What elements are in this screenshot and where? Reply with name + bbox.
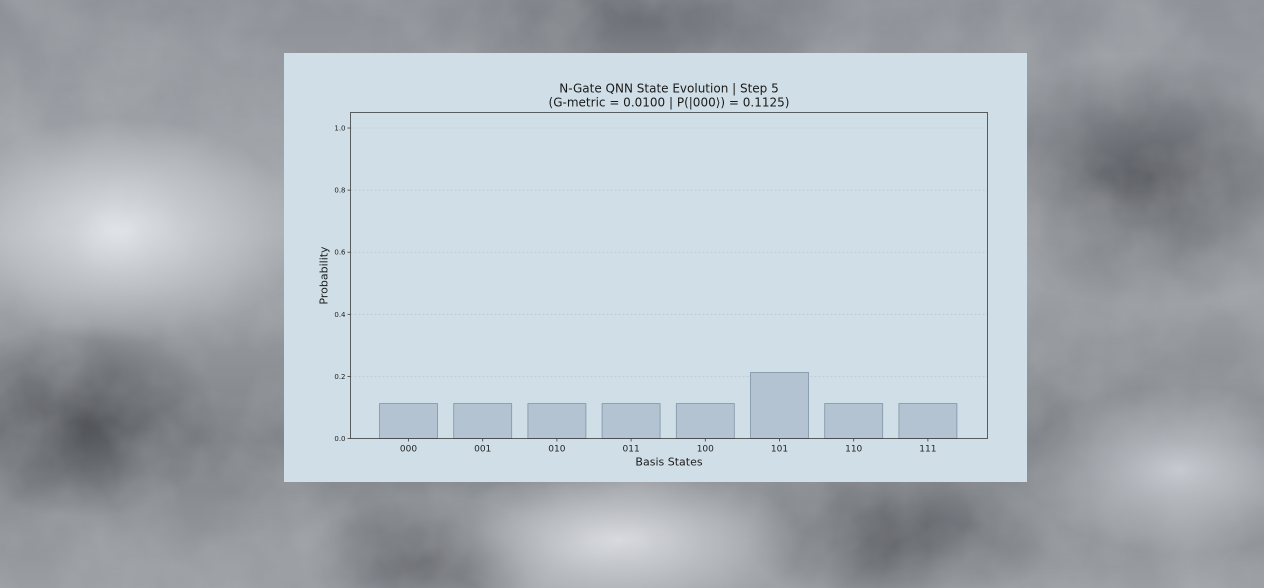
y-tick-label: 0.4: [334, 311, 346, 319]
x-tick-label-010: 010: [548, 445, 565, 455]
x-tick-label-111: 111: [919, 445, 936, 455]
bar-010: [527, 403, 587, 439]
y-tick-label: 1.0: [334, 125, 345, 133]
y-tick-label: 0.0: [334, 435, 345, 443]
grid-lines: [350, 127, 988, 377]
x-tick-label-110: 110: [845, 445, 862, 455]
x-tick-label-000: 000: [400, 445, 417, 455]
y-axis-ticks: 0.0 0.2 0.4 0.6 0.8 1.0: [334, 125, 351, 443]
x-tick-label-001: 001: [474, 445, 491, 455]
x-tick-label-100: 100: [697, 445, 714, 455]
chart-title: N-Gate QNN State Evolution | Step 5: [559, 82, 779, 96]
chart-subtitle: (G-metric = 0.0100 | P(|000⟩) = 0.1125): [549, 96, 790, 110]
y-tick-label: 0.6: [334, 249, 346, 257]
bar-100: [675, 403, 735, 439]
x-axis-ticks: 000 001 010 011 100 101 110 111: [400, 438, 936, 455]
y-tick-label: 0.2: [334, 373, 345, 381]
bar-110: [824, 403, 884, 439]
probability-bar-chart: N-Gate QNN State Evolution | Step 5 (G-m…: [318, 82, 988, 469]
chart-panel: N-Gate QNN State Evolution | Step 5 (G-m…: [284, 53, 1027, 482]
x-tick-label-101: 101: [771, 445, 788, 455]
bar-000: [379, 403, 438, 439]
bar-111: [898, 403, 958, 439]
bar-101: [750, 372, 809, 439]
bar-011: [601, 403, 661, 439]
x-axis-label: Basis States: [635, 456, 702, 469]
x-tick-label-011: 011: [623, 445, 640, 455]
y-tick-label: 0.8: [334, 187, 345, 195]
bars: [379, 372, 958, 439]
y-axis-label: Probability: [318, 246, 331, 305]
bar-001: [453, 403, 513, 439]
axes-frame: [350, 112, 988, 439]
